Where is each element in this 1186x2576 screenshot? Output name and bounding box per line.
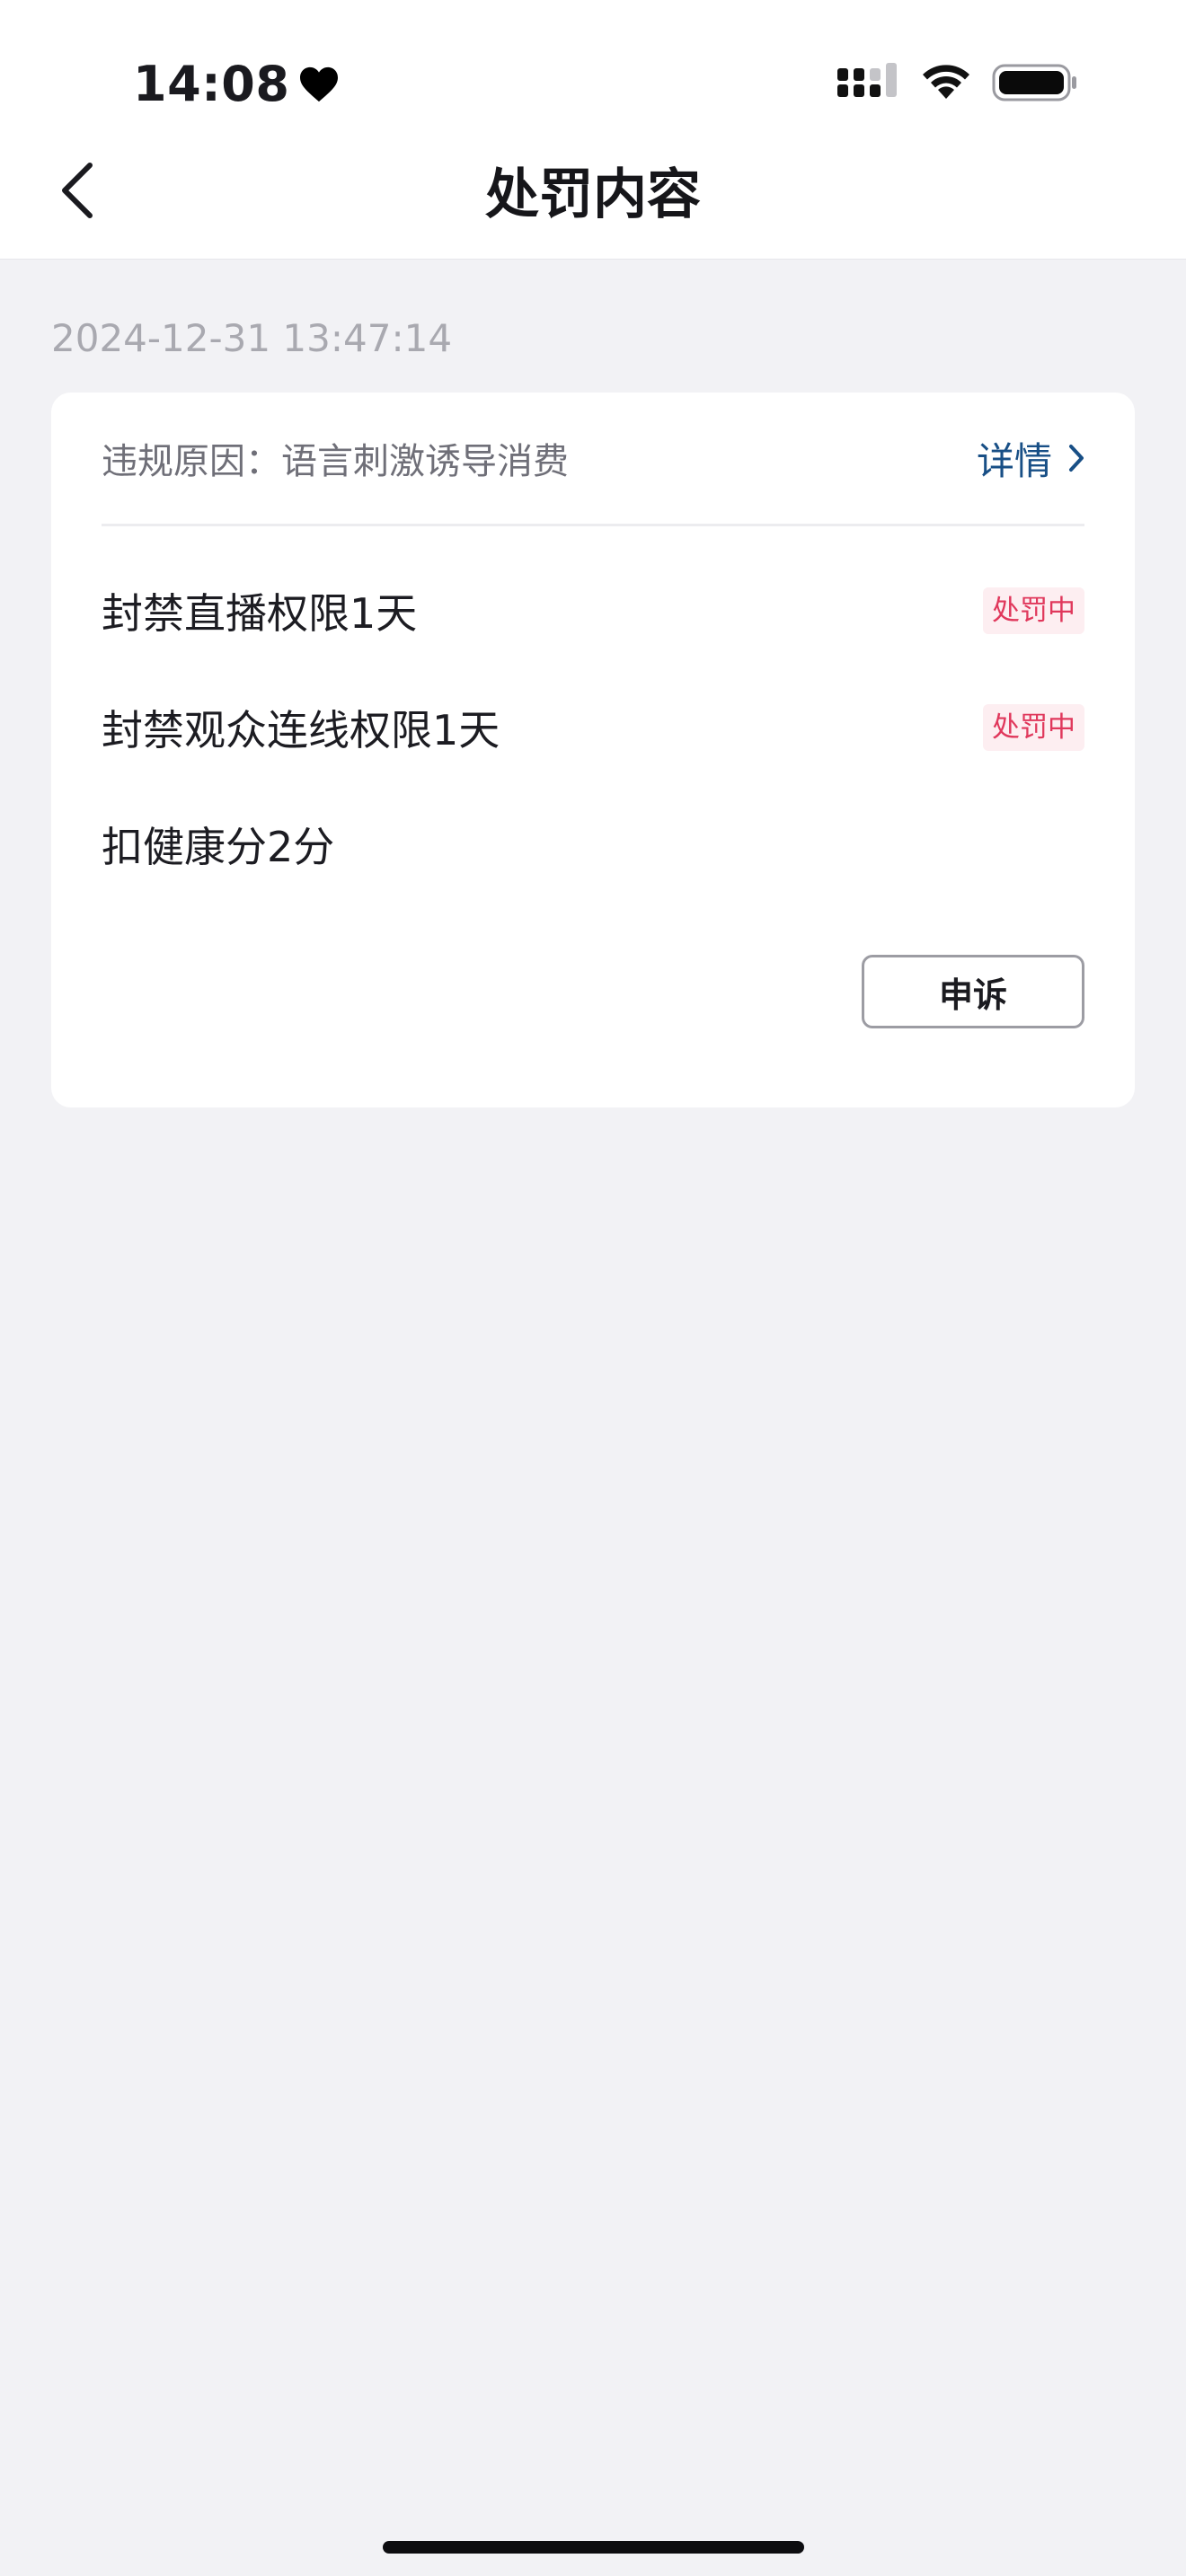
detail-link[interactable]: 详情 — [977, 431, 1084, 486]
detail-label: 详情 — [976, 438, 1052, 483]
record-timestamp: 2024-12-31 13:47:14 — [51, 316, 453, 360]
status-badge: 处罚中 — [983, 704, 1084, 751]
status-badge: 处罚中 — [983, 587, 1084, 634]
violation-reason-row: 违规原因：语言刺激诱导消费 详情 — [102, 393, 1084, 526]
home-indicator[interactable] — [383, 2541, 804, 2554]
top-bar: 14:08 处罚内容 — [0, 0, 1186, 260]
penalty-card: 违规原因：语言刺激诱导消费 详情 封禁直播权限1天 处罚中 封禁观众连线权限1天… — [51, 393, 1135, 1107]
penalty-item: 封禁观众连线权限1天 处罚中 — [102, 692, 1084, 763]
wifi-icon — [923, 65, 969, 99]
cellular-signal-icon — [837, 63, 897, 97]
penalty-label: 封禁直播权限1天 — [102, 589, 418, 638]
page-title: 处罚内容 — [485, 163, 701, 226]
heart-icon — [300, 66, 339, 101]
penalty-label: 封禁观众连线权限1天 — [102, 706, 500, 754]
penalty-item: 封禁直播权限1天 处罚中 — [102, 575, 1084, 647]
status-icons — [837, 63, 1078, 102]
status-time: 14:08 — [133, 56, 340, 112]
penalty-item: 扣健康分2分 — [102, 808, 1084, 880]
violation-reason: 违规原因：语言刺激诱导消费 — [102, 441, 569, 482]
chevron-right-icon — [1069, 445, 1084, 472]
penalty-label: 扣健康分2分 — [102, 823, 335, 871]
appeal-button[interactable]: 申诉 — [862, 955, 1084, 1028]
status-time-text: 14:08 — [133, 56, 290, 112]
battery-icon — [992, 64, 1076, 101]
